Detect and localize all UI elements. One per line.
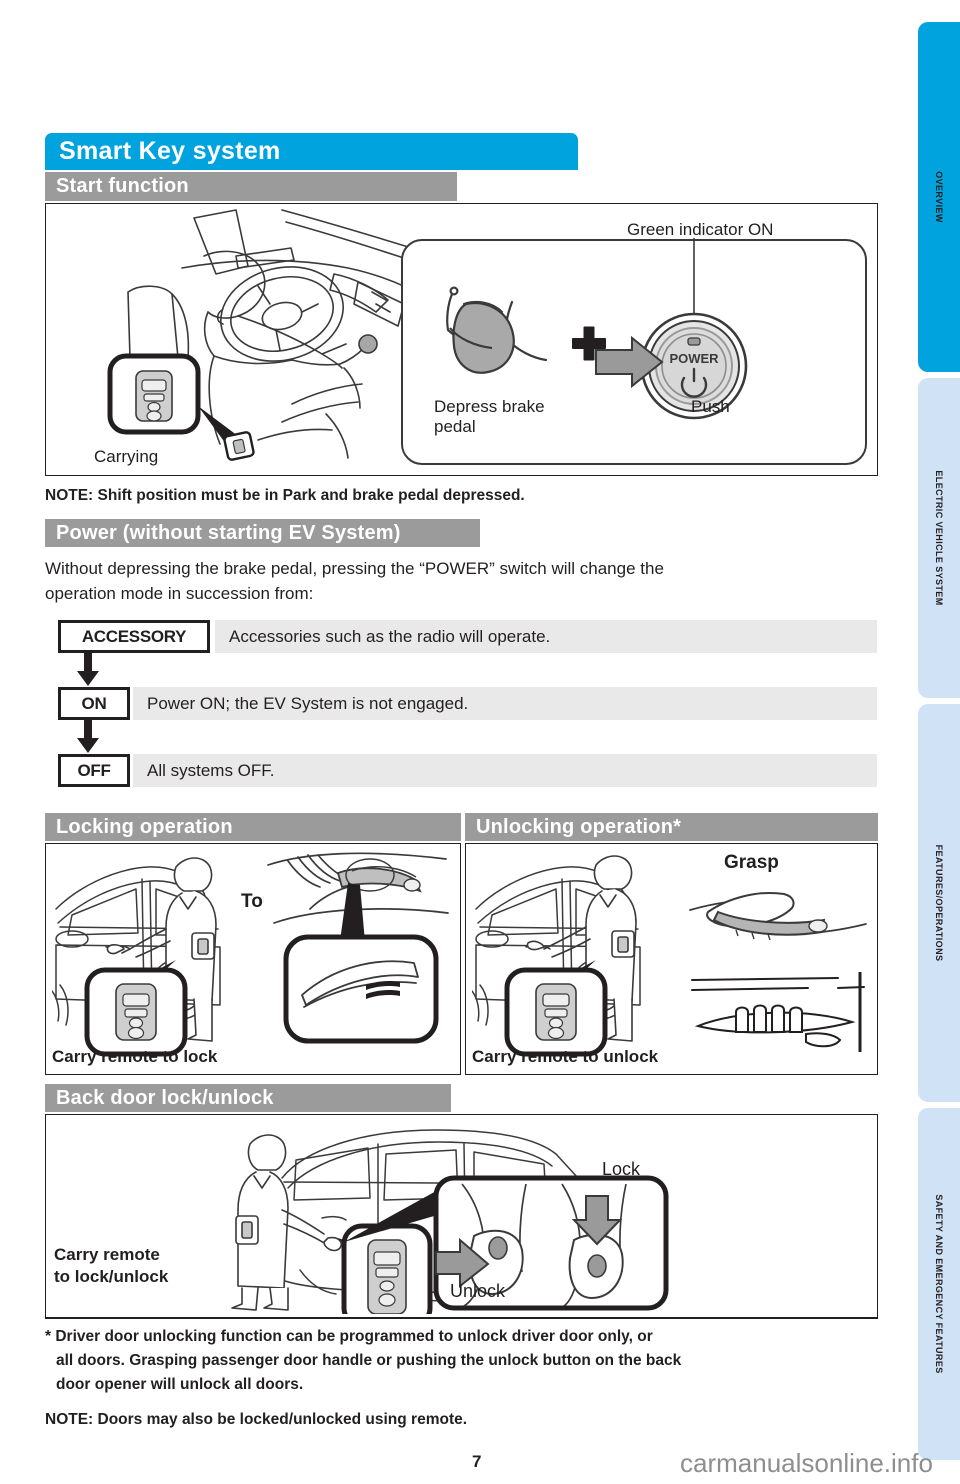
mode-chip-accessory-label: ACCESSORY — [81, 626, 187, 646]
page-title: Smart Key system — [59, 137, 281, 165]
sidebar-tab-safety-emergency-label: SAFETY AND EMERGENCY FEATURES — [934, 1194, 944, 1374]
driver-cabin-illustration — [107, 209, 432, 461]
section-heading-unlocking-label: Unlocking operation* — [476, 815, 682, 838]
page-number: 7 — [472, 1452, 482, 1471]
back-door-opener-illustration — [691, 972, 865, 1052]
sidebar-tab-electric-vehicle-system[interactable]: ELECTRIC VEHICLE SYSTEM — [918, 378, 960, 698]
section-heading-backdoor: Back door lock/unlock — [45, 1084, 451, 1112]
arrow-accessory-to-on-icon — [77, 653, 99, 686]
power-intro-text: Without depressing the brake pedal, pres… — [45, 559, 664, 603]
manual-page: Smart Key system Start function Carrying… — [0, 0, 933, 1484]
start-function-note: NOTE: Shift position must be in Park and… — [45, 487, 525, 504]
mode-desc-on: Power ON; the EV System is not engaged. — [133, 687, 877, 720]
section-heading-locking: Locking operation — [45, 813, 461, 841]
mode-desc-on-label: Power ON; the EV System is not engaged. — [147, 693, 469, 713]
sidebar-tab-features-operations[interactable]: FEATURES/OPERATIONS — [918, 704, 960, 1102]
mode-chip-on-label: ON — [81, 693, 107, 713]
grasp-callout-label: Grasp — [724, 852, 779, 873]
power-switch-text: POWER — [669, 351, 719, 366]
sidebar-tab-overview[interactable]: OVERVIEW — [918, 22, 960, 372]
mode-chip-off-label: OFF — [77, 760, 111, 780]
footnote-note: NOTE: Doors may also be locked/unlocked … — [45, 1411, 468, 1428]
mode-chip-on: ON — [58, 687, 130, 720]
lock-label: Lock — [602, 1159, 641, 1179]
locking-operation-panel: Touch — [45, 843, 461, 1075]
carrying-label: Carrying — [94, 447, 159, 466]
backdoor-caption: Carry remote to lock/unlock — [54, 1245, 169, 1286]
mode-desc-off-label: All systems OFF. — [147, 760, 275, 780]
locking-caption: Carry remote to lock — [52, 1047, 218, 1066]
footnote-asterisk: * Driver door unlocking function can be … — [45, 1328, 682, 1393]
mode-chip-off: OFF — [58, 754, 130, 787]
section-heading-start-function: Start function — [45, 172, 457, 201]
section-tab-rail: OVERVIEW ELECTRIC VEHICLE SYSTEM FEATURE… — [900, 0, 960, 1484]
mode-chip-accessory: ACCESSORY — [58, 620, 210, 653]
sidebar-tab-safety-emergency[interactable]: SAFETY AND EMERGENCY FEATURES — [918, 1108, 960, 1460]
unlocking-key-fob-callout — [504, 960, 608, 1057]
unlocking-operation-panel: Grasp Carry remote to unlock — [465, 843, 878, 1075]
green-indicator-on-label: Green indicator ON — [627, 220, 774, 239]
section-heading-locking-label: Locking operation — [56, 815, 233, 838]
mode-desc-accessory: Accessories such as the radio will opera… — [215, 620, 877, 653]
depress-brake-pedal-label: Depress brake pedal — [434, 397, 545, 436]
sidebar-tab-overview-label: OVERVIEW — [934, 171, 944, 223]
locking-key-fob-callout — [84, 960, 188, 1057]
grasp-handle-illustration — [689, 891, 867, 941]
unlocking-caption: Carry remote to unlock — [472, 1047, 659, 1066]
section-heading-start-function-label: Start function — [56, 175, 189, 197]
section-heading-backdoor-label: Back door lock/unlock — [56, 1086, 274, 1109]
push-label: Push — [691, 397, 730, 416]
page-title-bar: Smart Key system — [45, 133, 578, 170]
section-heading-power-label: Power (without starting EV System) — [56, 521, 401, 544]
mode-desc-off: All systems OFF. — [133, 754, 877, 787]
arrow-on-to-off-icon — [77, 720, 99, 753]
sidebar-tab-electric-vehicle-system-label: ELECTRIC VEHICLE SYSTEM — [934, 470, 944, 606]
mode-desc-accessory-label: Accessories such as the radio will opera… — [229, 626, 551, 646]
door-handle-touch-illustration — [264, 849, 450, 1049]
unlock-label: Unlock — [450, 1281, 506, 1301]
watermark: carmanualsonline.info — [680, 1448, 933, 1478]
section-heading-power: Power (without starting EV System) — [45, 519, 480, 547]
sidebar-tab-features-operations-label: FEATURES/OPERATIONS — [934, 844, 944, 962]
start-function-illustration-panel: Carrying Green indicator ON POWER Depres… — [45, 203, 878, 476]
backdoor-panel: Carry remote to lock/unlock Lock Unlock — [45, 1114, 878, 1319]
footnote-divider — [45, 1317, 878, 1319]
section-heading-unlocking: Unlocking operation* — [465, 813, 878, 841]
